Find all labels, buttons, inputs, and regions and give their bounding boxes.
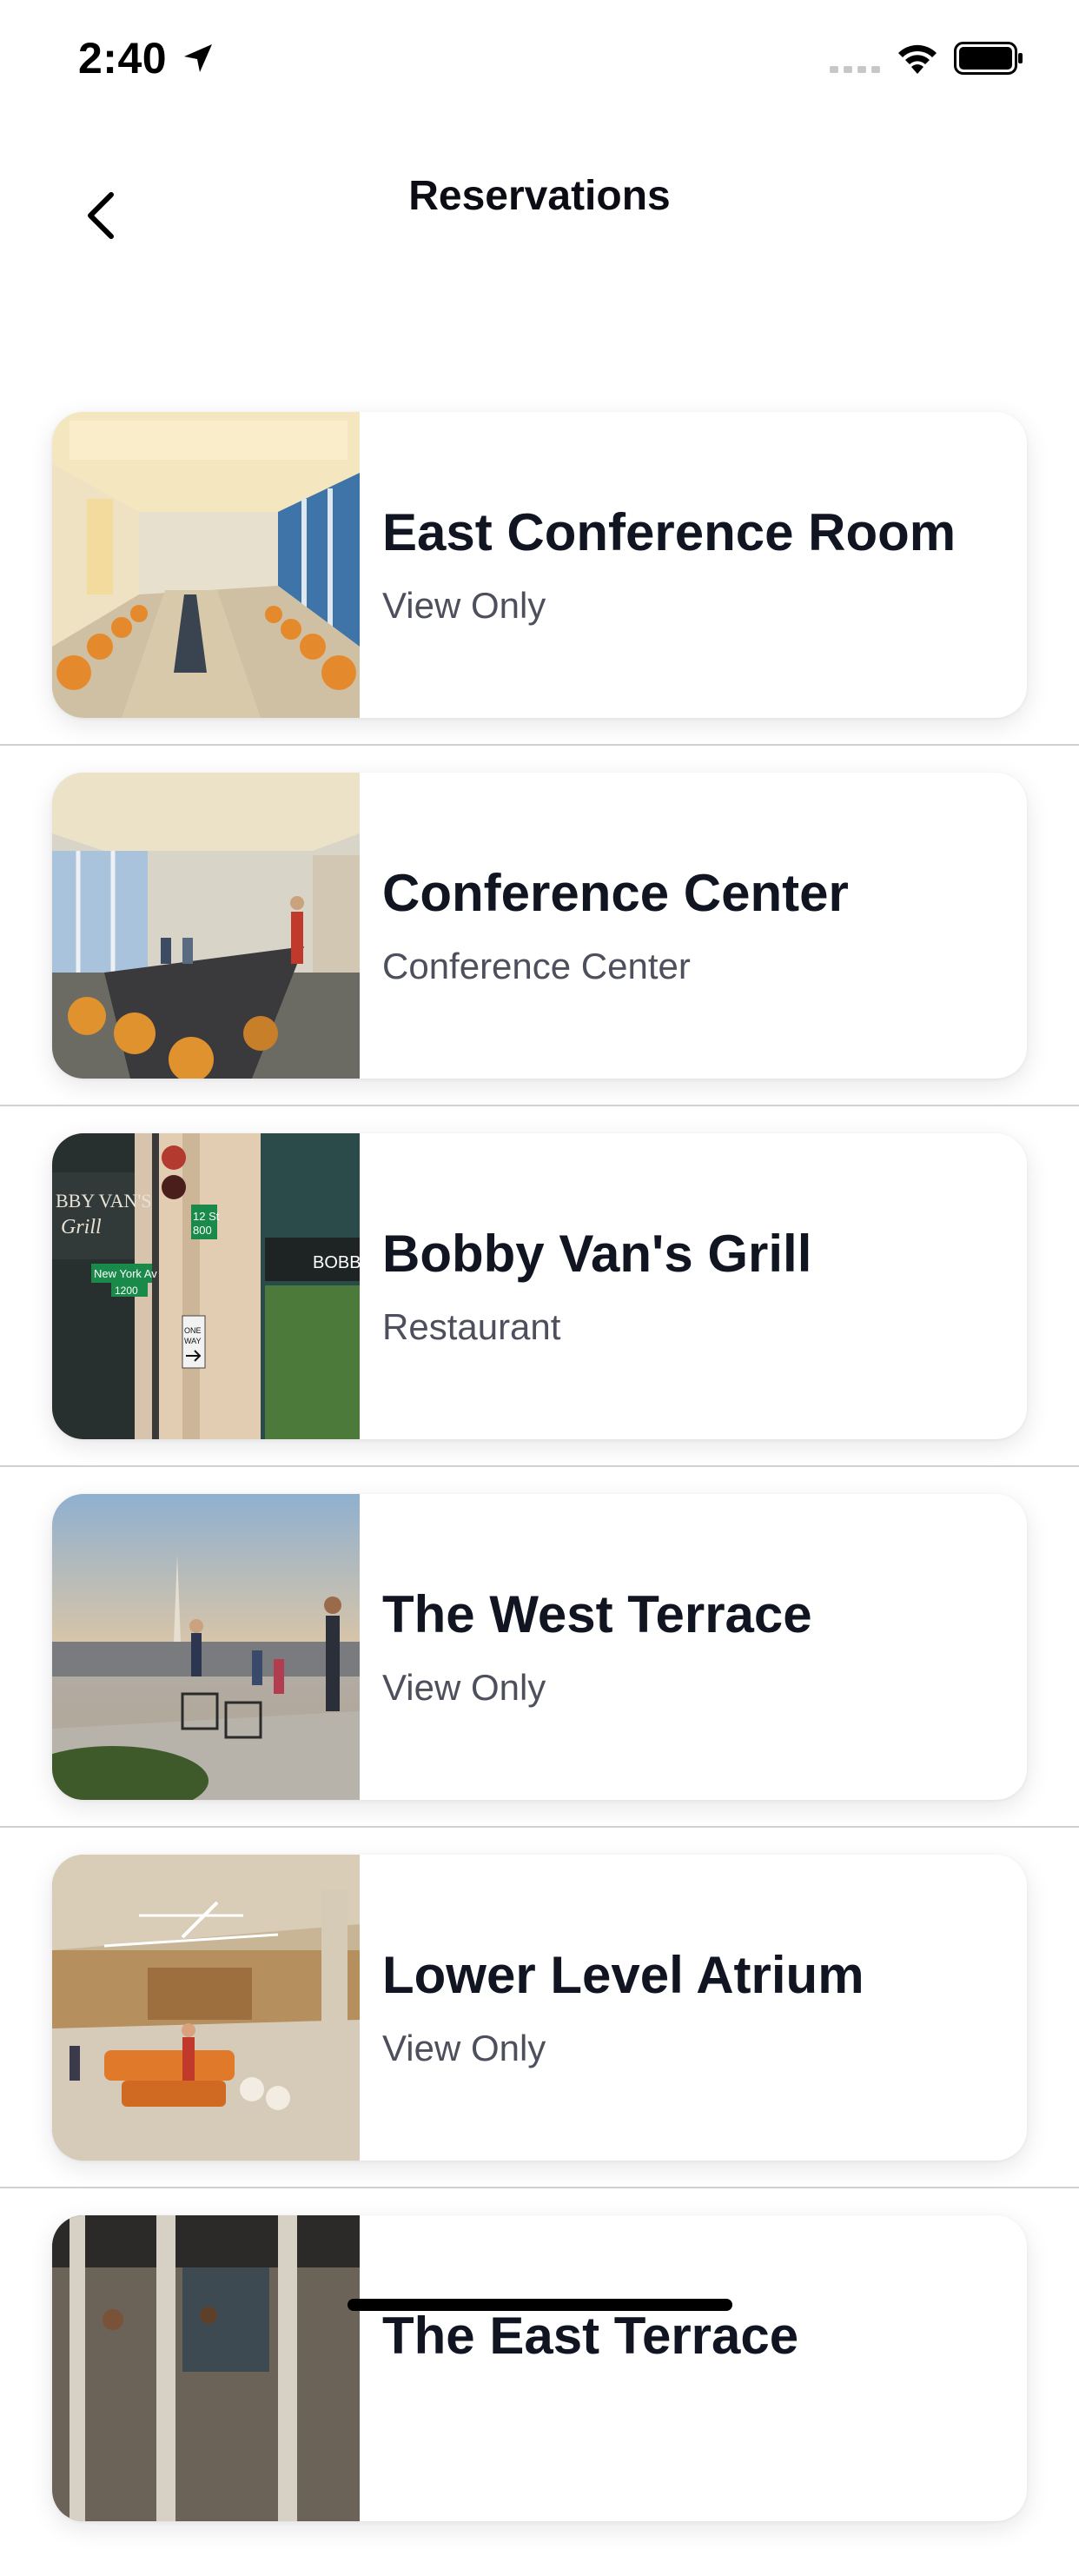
restaurant-exterior-photo: BBY VAN'S Grill BOBBY 12 St 800 New York xyxy=(52,1133,360,1439)
list-item: The West Terrace View Only xyxy=(0,1494,1079,1855)
reservation-card[interactable]: East Conference Room View Only xyxy=(52,412,1027,718)
svg-text:1200: 1200 xyxy=(115,1285,138,1297)
status-time: 2:40 xyxy=(78,34,168,83)
card-subtitle: View Only xyxy=(382,2028,546,2068)
svg-text:WAY: WAY xyxy=(184,1337,202,1345)
list-item: East Conference Room View Only xyxy=(0,412,1079,773)
card-title: East Conference Room xyxy=(382,503,957,561)
restaurant-sign-text: BBY VAN'S xyxy=(56,1190,152,1212)
card-title: Conference Center xyxy=(382,864,849,922)
card-title: Lower Level Atrium xyxy=(382,1946,864,2004)
list-item: BBY VAN'S Grill BOBBY 12 St 800 New York xyxy=(0,1133,1079,1494)
reservation-card[interactable]: The West Terrace View Only xyxy=(52,1494,1027,1800)
page-title: Reservations xyxy=(408,173,671,219)
svg-text:Grill: Grill xyxy=(61,1216,102,1238)
card-subtitle: View Only xyxy=(382,585,546,626)
status-bar: 2:40 xyxy=(0,0,1079,117)
conference-center-photo xyxy=(52,773,360,1079)
card-title: The West Terrace xyxy=(382,1585,812,1643)
card-subtitle: View Only xyxy=(382,1667,546,1708)
wifi-icon xyxy=(898,44,937,74)
svg-text:New York Av: New York Av xyxy=(94,1267,157,1280)
signal-icon xyxy=(830,66,880,73)
svg-text:12 St: 12 St xyxy=(193,1210,220,1223)
battery-icon xyxy=(954,42,1023,75)
card-subtitle: Restaurant xyxy=(382,1306,561,1347)
reservation-card[interactable]: Conference Center Conference Center xyxy=(52,773,1027,1079)
list-item: Lower Level Atrium View Only xyxy=(0,1855,1079,2215)
list-item: Conference Center Conference Center xyxy=(0,773,1079,1133)
card-subtitle: Conference Center xyxy=(382,946,691,986)
row-divider xyxy=(0,1105,1079,1106)
reservations-list: East Conference Room View Only Conferenc… xyxy=(0,412,1079,2576)
card-title: Bobby Van's Grill xyxy=(382,1225,812,1283)
row-divider xyxy=(0,1465,1079,1467)
svg-text:800: 800 xyxy=(193,1224,212,1237)
east-terrace-photo xyxy=(52,2215,360,2521)
atrium-photo xyxy=(52,1855,360,2161)
row-divider xyxy=(0,2187,1079,2188)
home-indicator[interactable] xyxy=(348,2299,732,2311)
reservation-card[interactable]: Lower Level Atrium View Only xyxy=(52,1855,1027,2161)
svg-text:BOBBY: BOBBY xyxy=(313,1253,360,1272)
nav-header: Reservations xyxy=(0,130,1079,269)
location-arrow-icon xyxy=(184,44,212,72)
list-item: The East Terrace xyxy=(0,2215,1079,2576)
conference-room-photo xyxy=(52,412,360,718)
row-divider xyxy=(0,744,1079,746)
reservation-card[interactable]: BBY VAN'S Grill BOBBY 12 St 800 New York xyxy=(52,1133,1027,1439)
row-divider xyxy=(0,1826,1079,1828)
reservation-card[interactable]: The East Terrace xyxy=(52,2215,1027,2521)
svg-text:ONE: ONE xyxy=(184,1326,202,1335)
terrace-photo xyxy=(52,1494,360,1800)
